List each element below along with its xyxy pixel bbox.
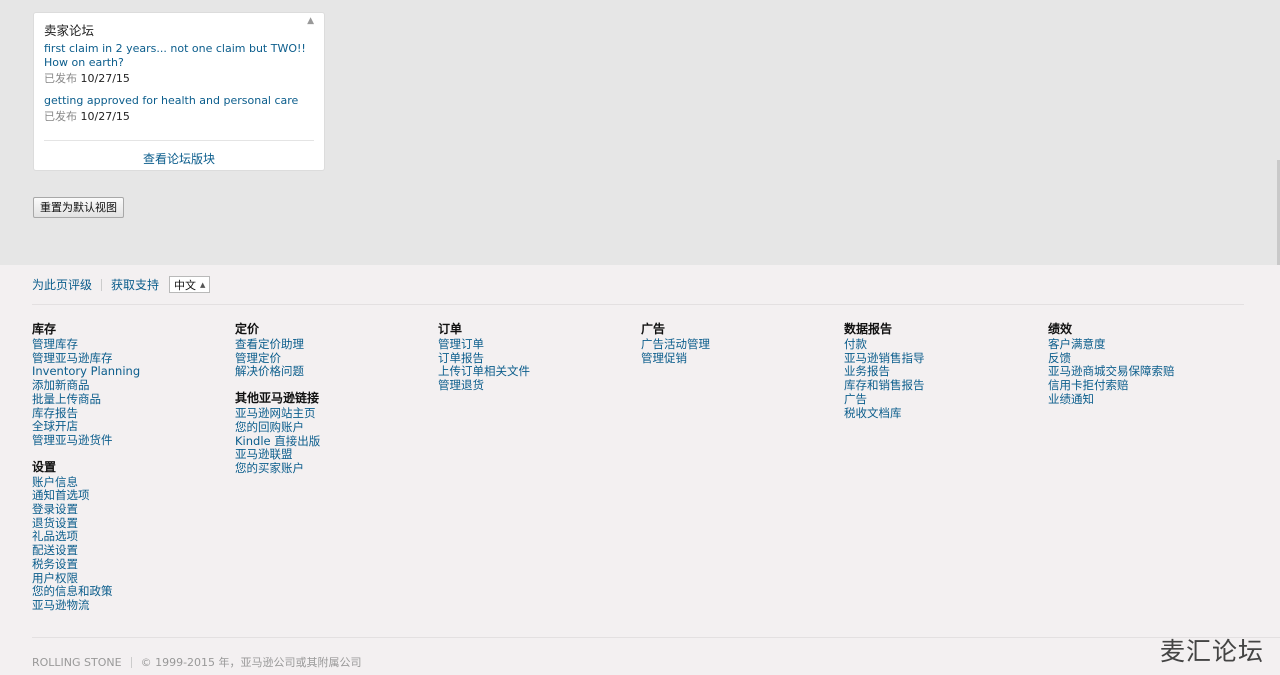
footer-link[interactable]: 管理退货: [438, 378, 530, 393]
footer-link[interactable]: 登录设置: [32, 502, 140, 517]
view-forums-link[interactable]: 查看论坛版块: [34, 150, 324, 167]
footer-column-3: 订单 管理订单 订单报告 上传订单相关文件 管理退货: [438, 322, 530, 405]
language-value: 中文: [174, 278, 197, 292]
footer-group-inventory: 库存 管理库存 管理亚马逊库存 Inventory Planning 添加新商品…: [32, 322, 140, 448]
post-date: 10/27/15: [80, 72, 130, 85]
footer-link[interactable]: 订单报告: [438, 351, 530, 366]
footer-group-performance: 绩效 客户满意度 反馈 亚马逊商城交易保障索赔 信用卡拒付索赔 业绩通知: [1048, 322, 1175, 407]
footer-link[interactable]: 配送设置: [32, 543, 140, 558]
footer-group-title: 定价: [235, 322, 260, 336]
footer-group-title: 数据报告: [844, 322, 893, 336]
footer-link[interactable]: 用户权限: [32, 571, 140, 586]
forum-post-link[interactable]: first claim in 2 years... not one claim …: [44, 42, 306, 70]
footer-group-other-amazon-links: 其他亚马逊链接 亚马逊网站主页 您的回购账户 Kindle 直接出版 亚马逊联盟…: [235, 391, 320, 476]
footer-group-reports: 数据报告 付款 亚马逊销售指导 业务报告 库存和销售报告 广告 税收文档库: [844, 322, 925, 420]
copyright-divider: [32, 637, 1280, 638]
footer-link[interactable]: 管理亚马逊货件: [32, 433, 140, 448]
caret-up-icon[interactable]: ▲: [307, 16, 314, 26]
copyright-text: © 1999-2015 年，亚马逊公司或其附属公司: [140, 656, 362, 669]
footer-link[interactable]: Kindle 直接出版: [235, 434, 320, 449]
footer-group-pricing: 定价 查看定价助理 管理定价 解决价格问题: [235, 322, 320, 379]
footer-group-title: 其他亚马逊链接: [235, 391, 320, 406]
footer-link[interactable]: 礼品选项: [32, 530, 140, 544]
footer-link[interactable]: 信用卡拒付索赔: [1048, 378, 1175, 393]
reset-default-view-button[interactable]: 重置为默认视图: [33, 197, 124, 218]
widget-title: 卖家论坛: [44, 23, 95, 38]
footer-column-4: 广告 广告活动管理 管理促销: [641, 322, 710, 377]
post-meta-label: 已发布: [44, 110, 77, 123]
chevron-updown-icon: ▲︎: [200, 280, 206, 289]
footer-link[interactable]: 广告: [844, 392, 925, 407]
footer-group-title: 订单: [438, 322, 463, 336]
footer-link[interactable]: 账户信息: [32, 475, 140, 490]
watermark-text: 麦汇论坛: [1159, 637, 1264, 666]
footer-link[interactable]: 业绩通知: [1048, 392, 1175, 407]
footer-link[interactable]: 管理促销: [641, 351, 710, 366]
widget-divider: [44, 140, 314, 141]
footer-link[interactable]: 退货设置: [32, 516, 140, 531]
footer-link[interactable]: 您的回购账户: [235, 420, 320, 435]
footer-link[interactable]: 通知首选项: [32, 489, 140, 503]
footer-link[interactable]: 添加新商品: [32, 378, 140, 393]
forum-post-meta: 已发布 10/27/15: [44, 72, 306, 86]
get-support-link[interactable]: 获取支持: [111, 276, 159, 293]
footer-link[interactable]: 付款: [844, 337, 925, 352]
footer-divider: [32, 304, 1244, 305]
footer-link[interactable]: 管理亚马逊库存: [32, 351, 140, 366]
footer-link[interactable]: Inventory Planning: [32, 365, 140, 379]
footer-column-1: 库存 管理库存 管理亚马逊库存 Inventory Planning 添加新商品…: [32, 322, 140, 625]
footer-group-title: 库存: [32, 322, 57, 336]
forum-post: getting approved for health and personal…: [44, 94, 306, 124]
footer-group-orders: 订单 管理订单 订单报告 上传订单相关文件 管理退货: [438, 322, 530, 393]
footer-link[interactable]: 亚马逊销售指导: [844, 351, 925, 366]
footer-link[interactable]: 亚马逊物流: [32, 598, 140, 613]
footer-link[interactable]: 客户满意度: [1048, 337, 1175, 352]
footer-group-settings: 设置 账户信息 通知首选项 登录设置 退货设置 礼品选项 配送设置 税务设置 用…: [32, 460, 140, 613]
footer-link[interactable]: 全球开店: [32, 420, 140, 434]
footer-link[interactable]: 亚马逊联盟: [235, 448, 320, 462]
footer-link[interactable]: 业务报告: [844, 365, 925, 379]
footer-link[interactable]: 税务设置: [32, 557, 140, 572]
dashboard-area: 卖家论坛 ▲ first claim in 2 years... not one…: [0, 0, 1280, 265]
language-select[interactable]: 中文 ▲︎: [169, 276, 211, 293]
divider: [130, 656, 132, 668]
footer-group-advertising: 广告 广告活动管理 管理促销: [641, 322, 710, 365]
footer-link[interactable]: 库存和销售报告: [844, 378, 925, 393]
store-name: ROLLING STONE: [32, 655, 122, 669]
post-meta-label: 已发布: [44, 72, 77, 85]
footer-column-6: 绩效 客户满意度 反馈 亚马逊商城交易保障索赔 信用卡拒付索赔 业绩通知: [1048, 322, 1175, 419]
forum-post-link[interactable]: getting approved for health and personal…: [44, 94, 306, 108]
footer-group-title: 广告: [641, 322, 666, 336]
copyright-bar: ROLLING STONE © 1999-2015 年，亚马逊公司或其附属公司: [32, 654, 362, 670]
forum-post-meta: 已发布 10/27/15: [44, 110, 306, 124]
footer-group-title: 设置: [32, 459, 57, 474]
forum-post: first claim in 2 years... not one claim …: [44, 42, 306, 86]
divider: [101, 278, 103, 291]
footer-link[interactable]: 管理定价: [235, 351, 320, 366]
footer-link[interactable]: 上传订单相关文件: [438, 365, 530, 379]
footer-link[interactable]: 库存报告: [32, 406, 140, 421]
footer-link[interactable]: 您的信息和政策: [32, 585, 140, 599]
footer-utility-bar: 为此页评级 获取支持 中文 ▲︎: [32, 276, 211, 293]
footer-link[interactable]: 亚马逊商城交易保障索赔: [1048, 365, 1175, 379]
rate-page-link[interactable]: 为此页评级: [32, 276, 92, 293]
footer-group-title: 绩效: [1048, 322, 1073, 336]
footer-link[interactable]: 管理库存: [32, 337, 140, 352]
footer-link[interactable]: 查看定价助理: [235, 337, 320, 352]
footer-link[interactable]: 广告活动管理: [641, 337, 710, 352]
footer-link[interactable]: 您的买家账户: [235, 461, 320, 476]
footer-column-5: 数据报告 付款 亚马逊销售指导 业务报告 库存和销售报告 广告 税收文档库: [844, 322, 925, 432]
post-date: 10/27/15: [80, 110, 130, 123]
footer-link[interactable]: 亚马逊网站主页: [235, 406, 320, 421]
footer-link[interactable]: 批量上传商品: [32, 392, 140, 407]
footer-link[interactable]: 反馈: [1048, 351, 1175, 366]
seller-forums-widget: 卖家论坛 ▲ first claim in 2 years... not one…: [33, 12, 325, 171]
footer-link[interactable]: 税收文档库: [844, 406, 925, 421]
footer-column-2: 定价 查看定价助理 管理定价 解决价格问题 其他亚马逊链接 亚马逊网站主页 您的…: [235, 322, 320, 488]
footer-link[interactable]: 解决价格问题: [235, 365, 320, 379]
footer-link[interactable]: 管理订单: [438, 337, 530, 352]
